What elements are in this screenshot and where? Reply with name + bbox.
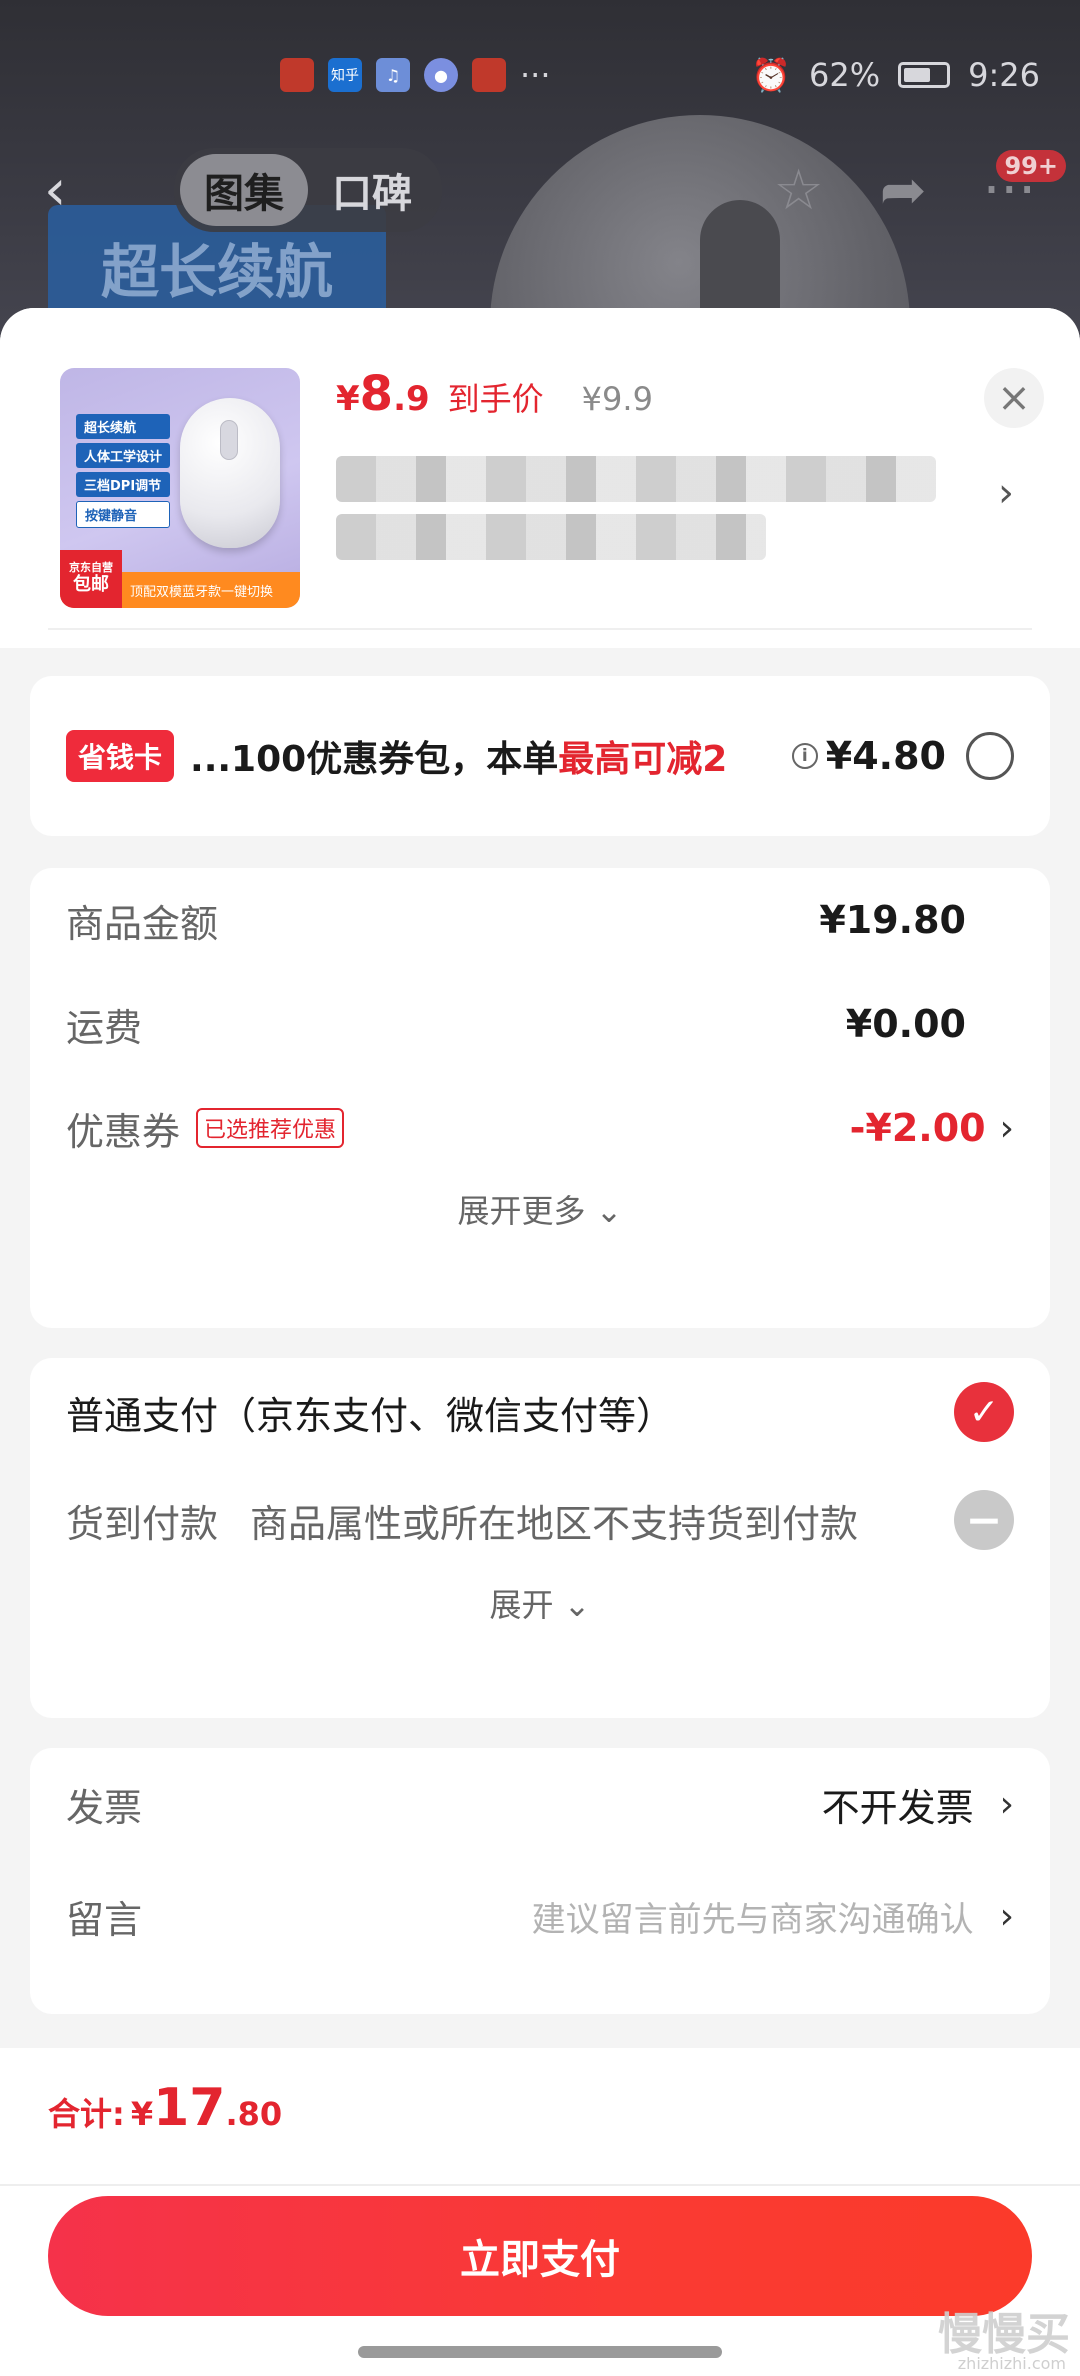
message-placeholder: 建议留言前先与商家沟通确认 — [531, 1899, 974, 1940]
cod-label: 货到付款 — [66, 1501, 219, 1546]
standard-payment-row[interactable]: 普通支付（京东支付、微信支付等） ✓ — [66, 1358, 1014, 1466]
status-right: ⏰ 62% 9:26 — [751, 56, 1040, 94]
savings-card-badge: 省钱卡 — [66, 730, 175, 782]
image-footer: 京东自营 包邮 顶配双模蓝牙款一键切换 — [60, 550, 300, 608]
image-tag: 超长续航 — [76, 414, 171, 439]
alarm-icon: ⏰ — [751, 56, 792, 94]
message-label: 留言 — [66, 1897, 143, 1942]
invoice-row[interactable]: 发票 不开发票 › — [66, 1748, 1014, 1860]
status-icons: 知乎 ♫ ● ··· — [280, 56, 551, 94]
standard-payment-label: 普通支付（京东支付、微信支付等） — [66, 1393, 675, 1438]
watermark: 慢慢买 — [938, 2309, 1070, 2360]
message-row[interactable]: 留言 建议留言前先与商家沟通确认 › — [66, 1860, 1014, 1972]
total-currency: ¥ — [130, 2095, 154, 2133]
invoice-label: 发票 — [66, 1785, 143, 1830]
goods-amount-value: ¥19.80 — [819, 898, 966, 942]
star-icon[interactable]: ☆ — [773, 158, 823, 223]
expand-payment-button[interactable]: 展开 ⌄ — [66, 1580, 1014, 1626]
tab-gallery[interactable]: 图集 — [180, 154, 308, 226]
total-decimal: .80 — [225, 2095, 283, 2133]
share-icon[interactable]: ➦ — [880, 158, 927, 223]
savings-card-radio[interactable] — [966, 732, 1014, 780]
original-price: ¥9.9 — [581, 380, 653, 418]
status-bar: 知乎 ♫ ● ··· ⏰ 62% 9:26 — [0, 0, 1080, 150]
image-footer-text: 顶配双模蓝牙款一键切换 — [130, 584, 274, 600]
product-title-blurred — [336, 456, 936, 502]
red-envelope-icon — [472, 58, 506, 92]
amount-summary-card: 商品金额 ¥19.80 运费 ¥0.00 优惠券 已选推荐优惠 -¥2.00 ›… — [30, 868, 1050, 1328]
battery-icon — [898, 62, 951, 88]
invoice-card: 发票 不开发票 › 留言 建议留言前先与商家沟通确认 › — [30, 1748, 1050, 2014]
price-currency: ¥ — [336, 379, 360, 419]
cod-note: 商品属性或所在地区不支持货到付款 — [250, 1501, 859, 1546]
price-integer: 8 — [359, 366, 394, 422]
price-row: ¥8.9 到手价 ¥9.9 — [336, 366, 653, 422]
order-total: 合计: ¥ 17 .80 — [48, 2078, 282, 2138]
back-arrow-icon[interactable]: ‹ — [44, 158, 104, 223]
close-icon[interactable]: × — [984, 368, 1044, 428]
price-decimal: .9 — [393, 379, 430, 419]
savings-text-prefix: ...100优惠券包，本单 — [190, 739, 559, 780]
chevron-right-icon[interactable]: › — [998, 470, 1014, 516]
total-label: 合计: — [48, 2095, 125, 2133]
chevron-right-icon: › — [999, 1783, 1014, 1825]
coupon-label: 优惠券 — [66, 1109, 181, 1154]
more-notifications-icon: ··· — [520, 56, 551, 94]
free-shipping-label: 包邮 — [73, 573, 109, 595]
mouse-wheel — [220, 420, 238, 460]
red-envelope-icon — [280, 58, 314, 92]
coupon-discount-value: -¥2.00 — [849, 1106, 986, 1150]
product-thumbnail[interactable]: 超长续航 人体工学设计 三档DPI调节 按键静音 京东自营 包邮 顶配双模蓝牙款… — [60, 368, 300, 608]
divider — [48, 628, 1032, 630]
info-icon[interactable]: i — [791, 743, 818, 769]
savings-card-row[interactable]: 省钱卡 ...100优惠券包，本单最高可减2 i ¥4.80 — [30, 676, 1050, 836]
image-tag: 按键静音 — [76, 501, 171, 528]
savings-card-amount: ¥4.80 — [825, 734, 946, 778]
home-indicator[interactable] — [358, 2346, 722, 2358]
savings-text-highlight: 最高可减2 — [558, 739, 728, 780]
total-integer: 17 — [153, 2078, 226, 2138]
final-price-label: 到手价 — [447, 380, 544, 418]
media-tabs: 图集 口碑 — [174, 148, 442, 232]
final-price: ¥8.9 — [336, 366, 430, 422]
background-top-nav: ‹ 图集 口碑 ☆ ➦ ··· — [0, 140, 1080, 240]
image-tag: 人体工学设计 — [76, 443, 171, 468]
shipping-value: ¥0.00 — [845, 1002, 966, 1046]
message-badge: 99+ — [996, 150, 1066, 182]
shipping-row: 运费 ¥0.00 — [66, 972, 1014, 1076]
browser-icon: ● — [424, 58, 458, 92]
chevron-right-icon: › — [999, 1895, 1014, 1937]
savings-card-text: ...100优惠券包，本单最高可减2 — [190, 730, 727, 782]
image-tag: 三档DPI调节 — [76, 472, 171, 497]
tab-reviews[interactable]: 口碑 — [308, 154, 436, 226]
product-header: 超长续航 人体工学设计 三档DPI调节 按键静音 京东自营 包邮 顶配双模蓝牙款… — [0, 308, 1080, 648]
music-icon: ♫ — [376, 58, 410, 92]
goods-amount-row: 商品金额 ¥19.80 — [66, 868, 1014, 972]
cod-row: 货到付款 商品属性或所在地区不支持货到付款 − — [66, 1466, 1014, 1574]
goods-amount-label: 商品金额 — [66, 901, 219, 946]
expand-more-button[interactable]: 展开更多 ⌄ — [66, 1186, 1014, 1232]
zhihu-icon: 知乎 — [328, 58, 362, 92]
invoice-value: 不开发票 — [821, 1785, 974, 1830]
check-icon[interactable]: ✓ — [954, 1382, 1014, 1442]
watermark-url: zhizhizhi.com — [957, 2354, 1066, 2373]
jd-self-badge: 京东自营 包邮 — [60, 550, 122, 608]
pay-now-button[interactable]: 立即支付 — [48, 2196, 1032, 2316]
checkout-footer: 合计: ¥ 17 .80 立即支付 慢慢买 zhizhizhi.com — [0, 2048, 1080, 2376]
savings-card-right: i ¥4.80 — [791, 732, 1014, 780]
shipping-label: 运费 — [66, 1005, 143, 1050]
battery-percent: 62% — [809, 56, 881, 94]
divider — [0, 2184, 1080, 2186]
clock: 9:26 — [968, 56, 1040, 94]
coupon-row[interactable]: 优惠券 已选推荐优惠 -¥2.00 › — [66, 1076, 1014, 1180]
disabled-minus-icon: − — [954, 1490, 1014, 1550]
product-title-blurred — [336, 514, 766, 560]
product-image-tags: 超长续航 人体工学设计 三档DPI调节 按键静音 — [76, 414, 171, 528]
payment-method-card: 普通支付（京东支付、微信支付等） ✓ 货到付款 商品属性或所在地区不支持货到付款… — [30, 1358, 1050, 1718]
checkout-sheet: 超长续航 人体工学设计 三档DPI调节 按键静音 京东自营 包邮 顶配双模蓝牙款… — [0, 308, 1080, 2048]
recommended-coupon-tag: 已选推荐优惠 — [196, 1108, 345, 1148]
chevron-right-icon: › — [999, 1107, 1014, 1149]
